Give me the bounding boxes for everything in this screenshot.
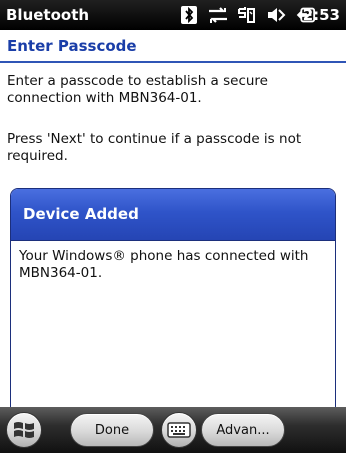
windows-start-icon	[14, 422, 34, 438]
app-title: Bluetooth	[6, 6, 90, 24]
title-bar: Bluetooth 2:53	[0, 0, 346, 30]
bottom-bar: Done Advan...	[0, 407, 346, 453]
instruction-text: Enter a passcode to establish a secure c…	[7, 73, 268, 106]
page-header: Enter Passcode	[0, 30, 346, 63]
done-button[interactable]: Done	[70, 413, 154, 447]
advanced-button[interactable]: Advan...	[201, 413, 285, 447]
connectivity-icon[interactable]	[207, 4, 229, 26]
bluetooth-icon[interactable]	[178, 4, 200, 26]
phone-signal-icon[interactable]	[236, 4, 258, 26]
keyboard-icon	[167, 422, 191, 438]
clock[interactable]: 2:53	[303, 6, 340, 24]
volume-icon[interactable]	[265, 4, 287, 26]
hint-text: Press 'Next' to continue if a passcode i…	[7, 131, 302, 164]
dialog-title: Device Added	[23, 205, 139, 223]
page-title: Enter Passcode	[7, 37, 137, 55]
done-button-label: Done	[94, 422, 130, 438]
keyboard-button[interactable]	[161, 412, 197, 448]
advanced-button-label: Advan...	[216, 422, 270, 438]
device-added-dialog: Device Added Your Windows® phone has con…	[10, 188, 336, 418]
dialog-header: Device Added	[11, 189, 335, 241]
start-button[interactable]	[6, 412, 42, 448]
dialog-message: Your Windows® phone has connected with M…	[19, 248, 309, 281]
status-icons	[178, 4, 323, 26]
